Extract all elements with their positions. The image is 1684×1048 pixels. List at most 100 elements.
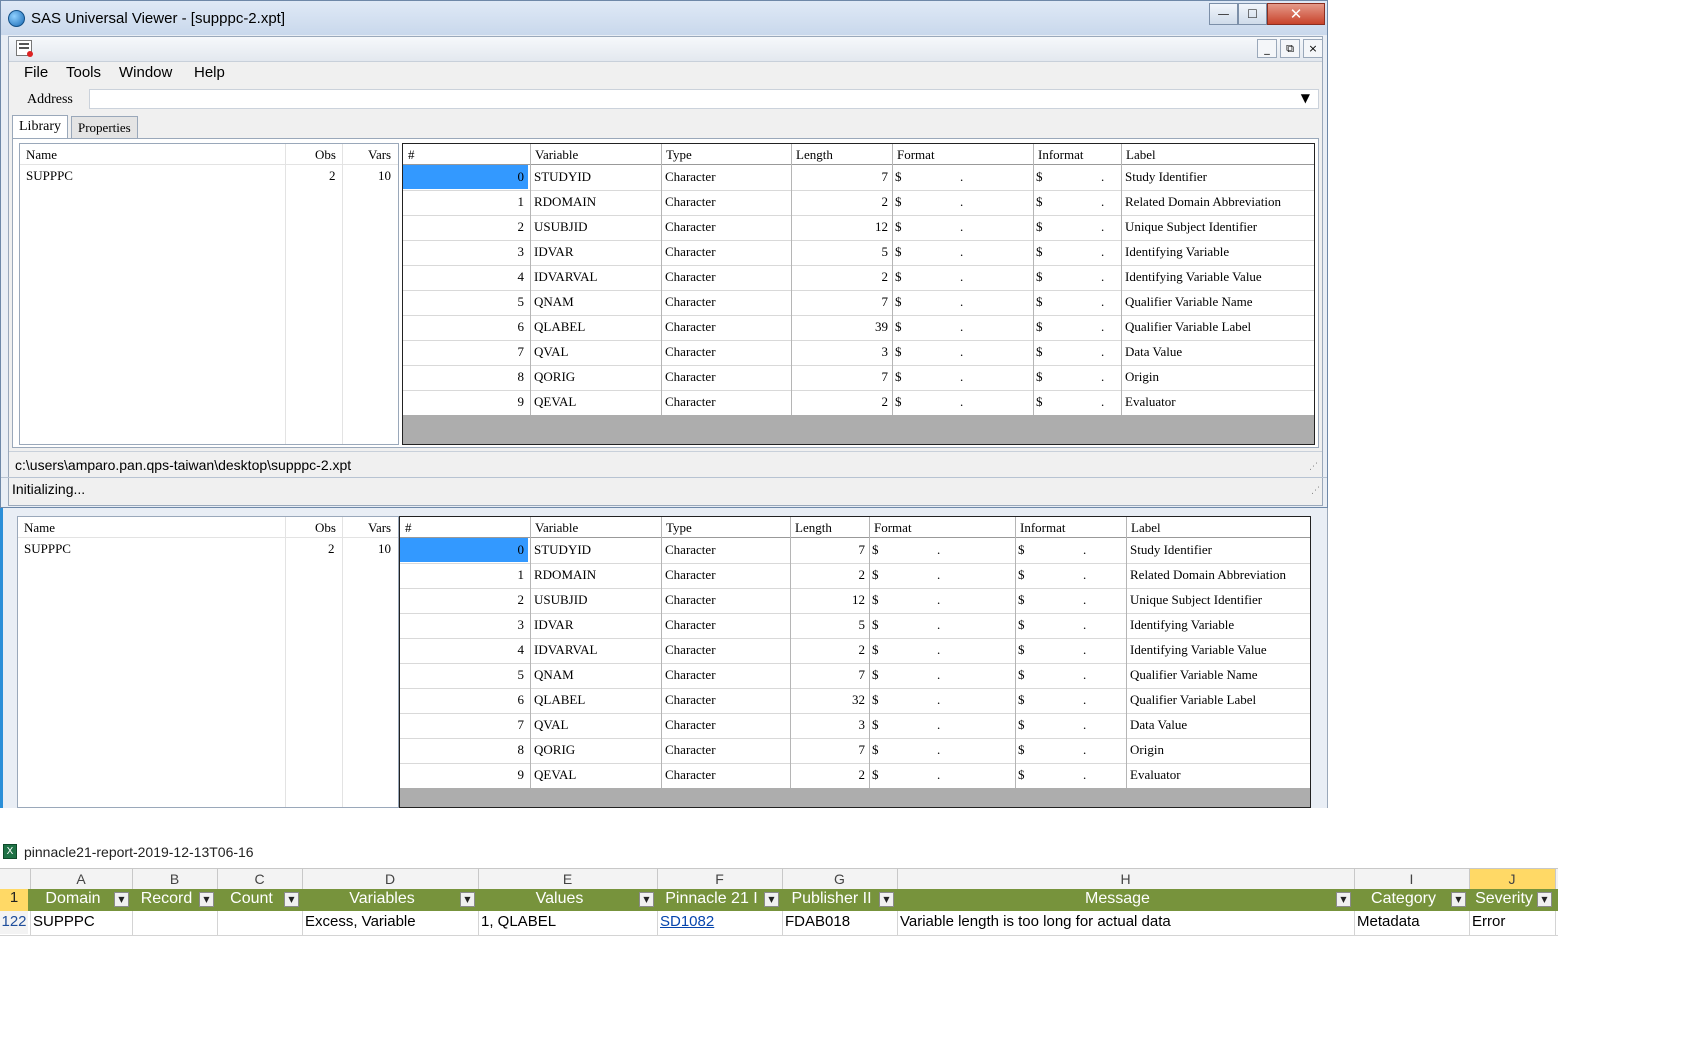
column-letter-g[interactable]: G [782, 871, 897, 887]
cell-type[interactable]: Character [665, 592, 716, 608]
row-number[interactable]: 9 [400, 763, 528, 787]
cell-length[interactable]: 12 [791, 219, 888, 235]
filter-dropdown-icon[interactable]: ▼ [639, 892, 654, 907]
cell-label[interactable]: Qualifier Variable Name [1130, 667, 1258, 683]
cell-length[interactable]: 7 [791, 169, 889, 185]
cell-length[interactable]: 2 [790, 767, 866, 783]
col-length-header[interactable]: Length [795, 520, 832, 536]
cell-label[interactable]: Study Identifier [1130, 542, 1212, 558]
column-separator[interactable] [1033, 144, 1034, 415]
column-letter-h[interactable]: H [897, 871, 1354, 887]
cell-informat-dot[interactable]: . [1083, 767, 1086, 783]
cell-informat[interactable]: $ [1036, 369, 1043, 385]
cell-length[interactable]: 2 [791, 394, 889, 410]
cell-informat[interactable]: $ [1018, 567, 1025, 583]
cell-length[interactable]: 3 [790, 717, 866, 733]
column-letter-i[interactable]: I [1354, 871, 1469, 887]
cell-label[interactable]: Origin [1125, 369, 1159, 385]
col-num-header[interactable]: # [408, 147, 415, 163]
cell-format-dot[interactable]: . [960, 269, 963, 285]
table-row[interactable]: 0 STUDYID Character 7 $. $. Study Identifier [403, 165, 1314, 191]
table-row[interactable]: 5 QNAM Character 7 $. $. Qualifier Variable Na… [403, 290, 1314, 316]
cell-format-dot[interactable]: . [960, 244, 963, 260]
row-number[interactable]: 9 [403, 390, 528, 414]
cell-informat[interactable]: $ [1018, 717, 1025, 733]
cell-informat[interactable]: $ [1036, 269, 1043, 285]
cell-variable[interactable]: RDOMAIN [534, 194, 596, 210]
col-length-header[interactable]: Length [796, 147, 833, 163]
column-separator[interactable] [657, 869, 658, 889]
menu-window[interactable]: Window [119, 64, 172, 81]
cell-informat-dot[interactable]: . [1101, 319, 1104, 335]
cell-format[interactable]: $ [872, 692, 879, 708]
cell-informat-dot[interactable]: . [1101, 369, 1104, 385]
column-separator[interactable] [30, 869, 31, 889]
cell-format-dot[interactable]: . [960, 394, 963, 410]
table-row[interactable]: 6 QLABEL Character 39 $. $. Qualifier Variable… [403, 315, 1314, 341]
menu-tools[interactable]: Tools [66, 64, 101, 81]
cell-type[interactable]: Character [665, 642, 716, 658]
filter-dropdown-icon[interactable]: ▼ [1336, 892, 1351, 907]
cell-variable[interactable]: STUDYID [534, 542, 591, 558]
cell-format[interactable]: $ [872, 742, 879, 758]
col-vars-header-2[interactable]: Vars [368, 520, 391, 536]
cell-informat-dot[interactable]: . [1083, 567, 1086, 583]
cell-informat[interactable]: $ [1018, 617, 1025, 633]
table-row[interactable]: 4 IDVARVAL Character 2 $. $. Identifying Varia… [403, 265, 1314, 291]
row-number[interactable]: 0 [400, 538, 528, 562]
cell-type[interactable]: Character [665, 667, 716, 683]
close-button[interactable]: ✕ [1267, 3, 1325, 25]
col-format-header[interactable]: Format [874, 520, 912, 536]
cell-format[interactable]: $ [872, 642, 879, 658]
cell-label[interactable]: Identifying Variable Value [1125, 269, 1262, 285]
cell-informat-dot[interactable]: . [1083, 617, 1086, 633]
cell-informat-dot[interactable]: . [1101, 244, 1104, 260]
cell-format-dot[interactable]: . [937, 542, 940, 558]
cell-label[interactable]: Evaluator [1130, 767, 1181, 783]
list-item[interactable]: SUPPPC 2 10 [18, 539, 398, 559]
table-row[interactable]: 7 QVAL Character 3 $. $. Data Value [403, 340, 1314, 366]
resize-grip-icon[interactable]: ⋰ [1309, 462, 1318, 472]
row-number[interactable]: 3 [400, 613, 528, 637]
tab-library[interactable]: Library [12, 115, 68, 139]
menu-help[interactable]: Help [194, 64, 225, 81]
cell-variable[interactable]: QLABEL [534, 319, 585, 335]
col-informat-header[interactable]: Informat [1038, 147, 1083, 163]
table-row[interactable]: 5 QNAM Character 7 $. $. Qualifier Variable Na… [400, 663, 1310, 689]
row-number[interactable]: 5 [400, 663, 528, 687]
cell-length[interactable]: 5 [791, 244, 889, 260]
cell-format[interactable]: $ [895, 394, 902, 410]
table-row[interactable]: 4 IDVARVAL Character 2 $. $. Identifying Varia… [400, 638, 1310, 664]
cell-informat-dot[interactable]: . [1101, 269, 1104, 285]
cell-variable[interactable]: QEVAL [534, 767, 576, 783]
col-obs-header-2[interactable]: Obs [315, 520, 336, 536]
cell-informat-dot[interactable]: . [1101, 194, 1104, 210]
cell-variable[interactable]: RDOMAIN [534, 567, 596, 583]
cell-informat[interactable]: $ [1036, 394, 1043, 410]
cell-informat-dot[interactable]: . [1083, 542, 1086, 558]
row-number[interactable]: 2 [403, 215, 528, 239]
cell-length[interactable]: 12 [790, 592, 865, 608]
row-number[interactable]: 5 [403, 290, 528, 314]
column-separator[interactable] [869, 517, 870, 788]
cell-length[interactable]: 7 [790, 742, 866, 758]
excel-data-row[interactable]: 122 SUPPPC Excess, Variable 1, QLABEL SD1082… [0, 911, 1558, 936]
column-separator[interactable] [782, 869, 783, 889]
col-name-header-2[interactable]: Name [24, 520, 55, 536]
row-number[interactable]: 1 [403, 190, 528, 214]
column-letter-j[interactable]: J [1469, 869, 1555, 889]
cell-informat[interactable]: $ [1018, 742, 1025, 758]
cell-informat-dot[interactable]: . [1101, 294, 1104, 310]
cell-format[interactable]: $ [895, 244, 902, 260]
cell-format-dot[interactable]: . [937, 692, 940, 708]
row-number[interactable]: 0 [403, 165, 528, 189]
cell-format-dot[interactable]: . [937, 767, 940, 783]
cell-label[interactable]: Study Identifier [1125, 169, 1207, 185]
cell-variable[interactable]: USUBJID [534, 592, 587, 608]
cell-type[interactable]: Character [665, 542, 716, 558]
cell-informat-dot[interactable]: . [1101, 169, 1104, 185]
cell-length[interactable]: 7 [791, 369, 889, 385]
row-number[interactable]: 1 [400, 563, 528, 587]
table-row[interactable]: 8 QORIG Character 7 $. $. Origin [400, 738, 1310, 764]
cell-variable[interactable]: QLABEL [534, 692, 585, 708]
